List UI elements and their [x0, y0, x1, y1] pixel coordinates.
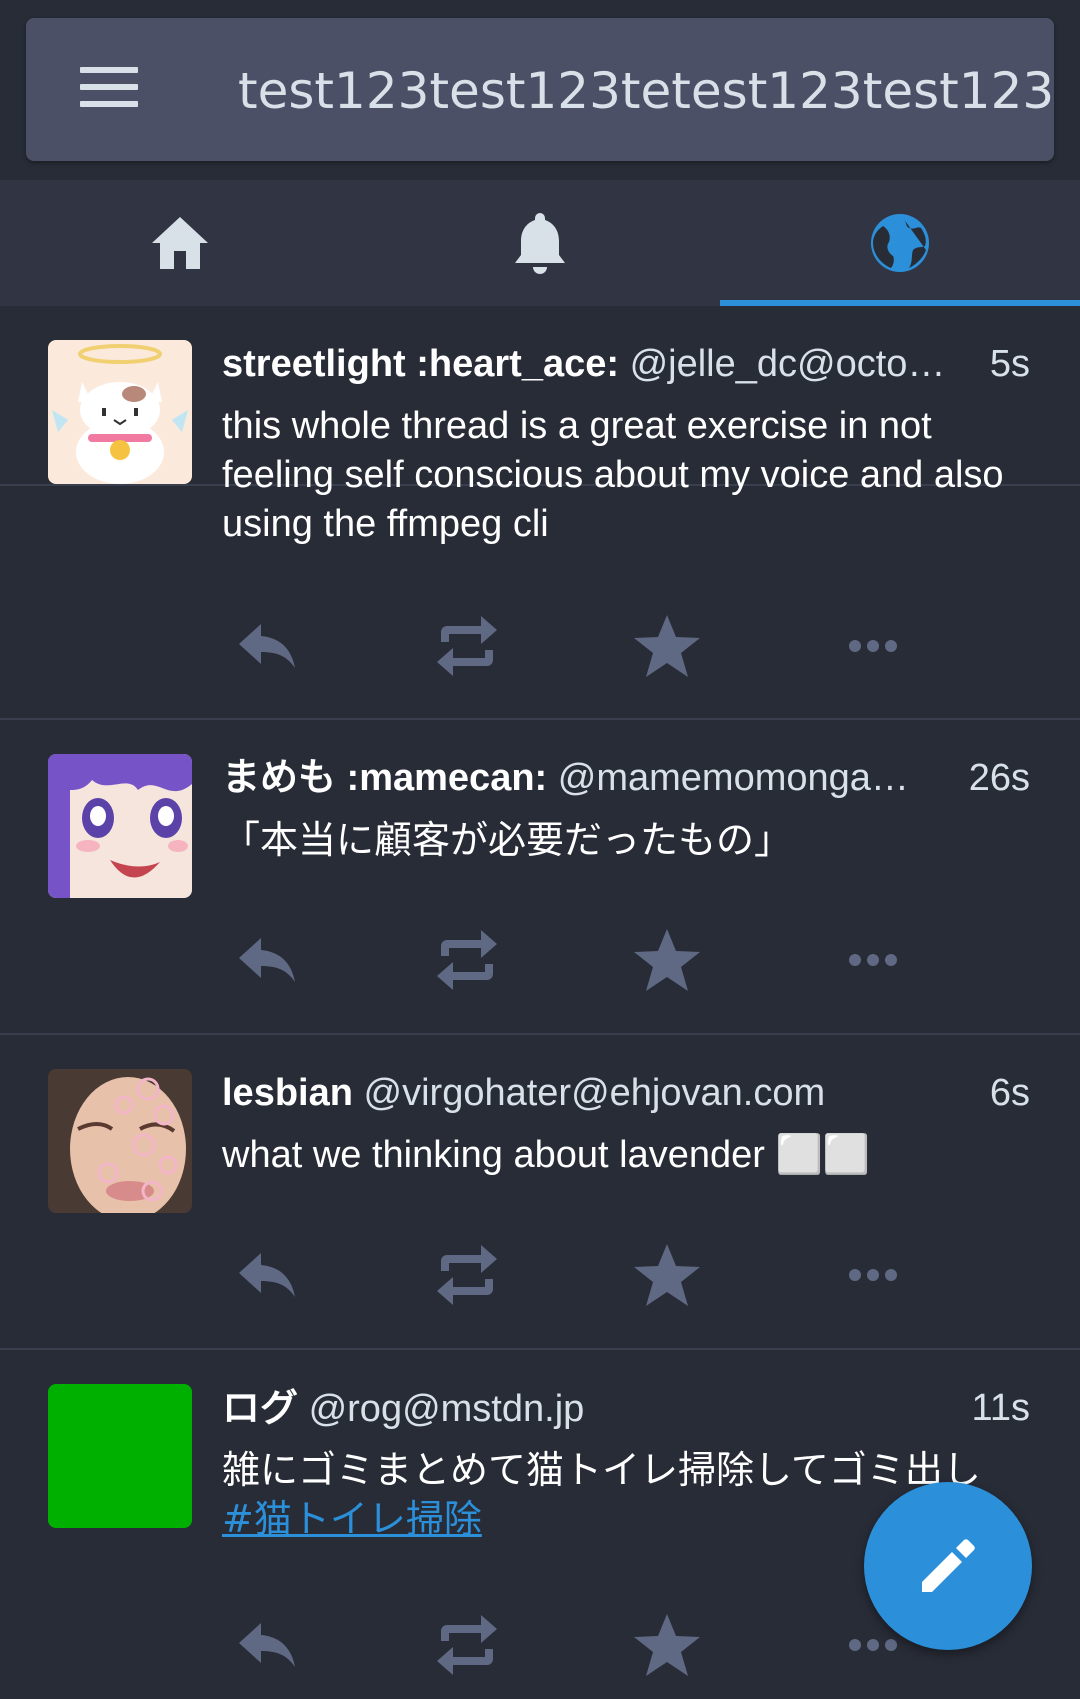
compose-button[interactable] — [864, 1482, 1032, 1650]
boost-icon — [437, 616, 497, 676]
action-bar — [222, 1235, 942, 1315]
reply-icon — [239, 1253, 295, 1297]
favourite-icon — [634, 929, 700, 991]
account-handle[interactable]: @virgohater@ehjovan.com — [364, 1072, 826, 1114]
reply-button[interactable] — [222, 920, 312, 1000]
status-text: 雑にゴミまとめて猫トイレ掃除してゴミ出し — [222, 1448, 981, 1492]
favourite-icon — [634, 1244, 700, 1306]
status-text: what we thinking about lavender ⬜⬜ — [222, 1134, 871, 1176]
account-handle[interactable]: @mamemomonga… — [558, 757, 909, 799]
status-content: what we thinking about lavender ⬜⬜ — [222, 1131, 1020, 1180]
account-handle[interactable]: @jelle_dc@octo… — [630, 343, 946, 385]
boost-icon — [437, 1615, 497, 1675]
more-button[interactable] — [828, 1235, 918, 1315]
more-icon — [849, 954, 897, 966]
display-name[interactable]: まめも :mamecan: — [222, 757, 547, 799]
status-text: this whole thread is a great exercise in… — [222, 405, 1004, 545]
timestamp[interactable]: 11s — [967, 1378, 1030, 1438]
display-name[interactable]: streetlight :heart_ace: — [222, 343, 619, 385]
menu-icon[interactable] — [80, 63, 144, 115]
reply-icon — [239, 624, 295, 668]
more-button[interactable] — [828, 920, 918, 1000]
boost-button[interactable] — [422, 1235, 512, 1315]
avatar[interactable] — [48, 340, 192, 484]
status-header: lesbian @virgohater@ehjovan.com — [222, 1063, 1030, 1123]
action-bar — [222, 606, 942, 686]
account-handle[interactable]: @rog@mstdn.jp — [309, 1388, 585, 1430]
tab-federated[interactable] — [720, 180, 1080, 306]
reply-button[interactable] — [222, 1235, 312, 1315]
reply-button[interactable] — [222, 606, 312, 686]
status-header: まめも :mamecan: @mamemomonga… — [222, 748, 1030, 808]
favourite-button[interactable] — [622, 1235, 712, 1315]
boost-icon — [437, 930, 497, 990]
boost-button[interactable] — [422, 920, 512, 1000]
avatar[interactable] — [48, 1384, 192, 1528]
status-content: 「本当に顧客が必要だったもの」 — [222, 816, 1020, 865]
hashtag-link[interactable]: #猫トイレ掃除 — [222, 1497, 482, 1541]
status-content: this whole thread is a great exercise in… — [222, 402, 1020, 549]
status-text: 「本当に顧客が必要だったもの」 — [222, 818, 793, 862]
home-icon — [152, 217, 208, 269]
search-input[interactable]: test123test123tetest123test123test123 — [238, 46, 1054, 136]
favourite-button[interactable] — [622, 1605, 712, 1685]
tab-notifications[interactable] — [360, 180, 720, 306]
reply-icon — [239, 938, 295, 982]
boost-button[interactable] — [422, 1605, 512, 1685]
favourite-button[interactable] — [622, 606, 712, 686]
boost-icon — [437, 1245, 497, 1305]
status-header: ログ @rog@mstdn.jp — [222, 1378, 1030, 1438]
display-name[interactable]: ログ — [222, 1386, 298, 1430]
more-button[interactable] — [828, 606, 918, 686]
action-bar — [222, 1605, 942, 1685]
timeline-tabs — [0, 180, 1080, 486]
tab-home[interactable] — [0, 180, 360, 306]
status-header: streetlight :heart_ace: @jelle_dc@octo… — [222, 334, 1030, 394]
action-bar — [222, 920, 942, 1000]
boost-button[interactable] — [422, 606, 512, 686]
globe-icon — [871, 214, 929, 272]
status-item[interactable]: streetlight :heart_ace: @jelle_dc@octo… … — [0, 306, 1080, 720]
more-icon — [849, 1269, 897, 1281]
timestamp[interactable]: 6s — [985, 1063, 1030, 1123]
avatar[interactable] — [48, 1069, 192, 1213]
display-name[interactable]: lesbian — [222, 1072, 353, 1114]
pencil-icon — [922, 1539, 975, 1592]
reply-icon — [239, 1623, 295, 1667]
search-bar: test123test123tetest123test123test123 — [26, 18, 1054, 161]
favourite-button[interactable] — [622, 920, 712, 1000]
more-icon — [849, 640, 897, 652]
status-item[interactable]: まめも :mamecan: @mamemomonga… 26s 「本当に顧客が必… — [0, 720, 1080, 1035]
avatar[interactable] — [48, 754, 192, 898]
timestamp[interactable]: 5s — [985, 334, 1030, 394]
timestamp[interactable]: 26s — [964, 748, 1030, 808]
reply-button[interactable] — [222, 1605, 312, 1685]
favourite-icon — [634, 1614, 700, 1676]
status-item[interactable]: lesbian @virgohater@ehjovan.com 6s what … — [0, 1035, 1080, 1350]
bell-icon — [515, 213, 565, 274]
favourite-icon — [634, 615, 700, 677]
more-icon — [849, 1639, 897, 1651]
